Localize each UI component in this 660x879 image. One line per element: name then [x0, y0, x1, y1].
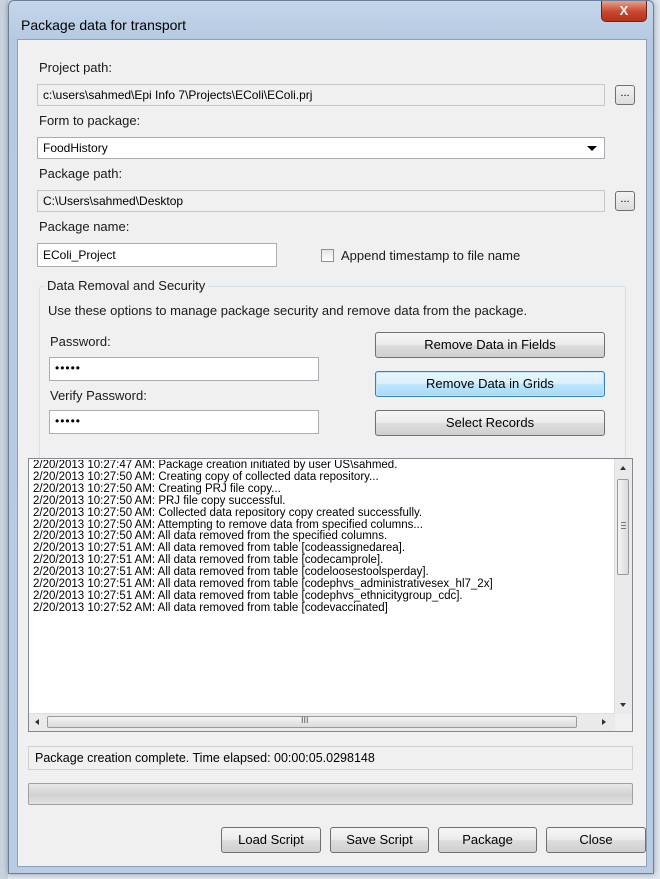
scroll-right-icon[interactable]: [602, 719, 606, 725]
load-script-button[interactable]: Load Script: [221, 827, 321, 853]
package-path-browse-button[interactable]: ...: [615, 191, 635, 211]
append-timestamp-checkbox[interactable]: [321, 249, 334, 262]
password-input[interactable]: •••••: [49, 357, 319, 381]
package-dialog-window: Package data for transport X Project pat…: [8, 0, 654, 874]
log-horizontal-scroll-thumb[interactable]: III: [47, 715, 577, 728]
package-progress-bar: [28, 783, 633, 805]
close-button[interactable]: Close: [546, 827, 646, 853]
project-browse-button[interactable]: ...: [615, 85, 635, 105]
form-to-package-label: Form to package:: [39, 113, 141, 128]
group-title: Data Removal and Security: [44, 278, 209, 293]
package-button[interactable]: Package: [438, 827, 537, 853]
package-path-field[interactable]: C:\Users\sahmed\Desktop: [37, 190, 605, 212]
log-lines: 2/20/2013 10:27:47 AM: Package creation …: [33, 460, 613, 716]
close-window-button[interactable]: X: [601, 1, 647, 22]
verify-password-label: Verify Password:: [50, 388, 147, 403]
scroll-left-icon[interactable]: [35, 719, 39, 725]
grip-line: [621, 522, 626, 523]
log-line: 2/20/2013 10:27:50 AM: Collected data re…: [33, 506, 423, 519]
grip-line: [621, 528, 626, 529]
close-icon: X: [619, 3, 629, 18]
package-name-input[interactable]: EColi_Project: [37, 243, 277, 267]
scroll-corner: [615, 714, 632, 731]
save-script-button[interactable]: Save Script: [330, 827, 429, 853]
log-vertical-scrollbar[interactable]: [614, 459, 632, 715]
project-path-field[interactable]: c:\users\sahmed\Epi Info 7\Projects\ECol…: [37, 84, 605, 106]
select-records-button[interactable]: Select Records: [375, 410, 605, 436]
package-path-label: Package path:: [39, 166, 123, 181]
scroll-up-icon[interactable]: [620, 466, 626, 470]
remove-data-in-grids-button[interactable]: Remove Data in Grids: [375, 371, 605, 397]
security-description: Use these options to manage package secu…: [48, 303, 528, 318]
log-vertical-scroll-thumb[interactable]: [617, 479, 629, 575]
chevron-down-icon: [587, 146, 597, 151]
log-line: 2/20/2013 10:27:50 AM: PRJ file copy suc…: [33, 494, 286, 507]
package-name-label: Package name:: [39, 219, 130, 234]
status-text: Package creation complete. Time elapsed:…: [28, 746, 633, 770]
scroll-down-icon[interactable]: [620, 703, 626, 707]
log-horizontal-scrollbar[interactable]: III: [29, 713, 615, 731]
form-selected-value: FoodHistory: [43, 141, 108, 155]
form-to-package-select[interactable]: FoodHistory: [37, 137, 605, 159]
log-line: 2/20/2013 10:27:52 AM: All data removed …: [33, 601, 388, 614]
project-path-label: Project path:: [39, 60, 112, 75]
append-timestamp-label: Append timestamp to file name: [341, 248, 521, 263]
remove-data-in-fields-button[interactable]: Remove Data in Fields: [375, 332, 605, 358]
desktop-background: [0, 0, 8, 879]
log-textbox[interactable]: 2/20/2013 10:27:47 AM: Package creation …: [28, 458, 633, 732]
window-title: Package data for transport: [21, 17, 186, 33]
verify-password-input[interactable]: •••••: [49, 410, 319, 434]
title-bar[interactable]: Package data for transport X: [9, 1, 653, 39]
grip-line: [621, 525, 626, 526]
grip-icon: III: [301, 715, 309, 725]
password-label: Password:: [50, 334, 111, 349]
dialog-client-area: Project path: c:\users\sahmed\Epi Info 7…: [17, 39, 647, 867]
log-line: 2/20/2013 10:27:50 AM: Creating PRJ file…: [33, 482, 281, 495]
